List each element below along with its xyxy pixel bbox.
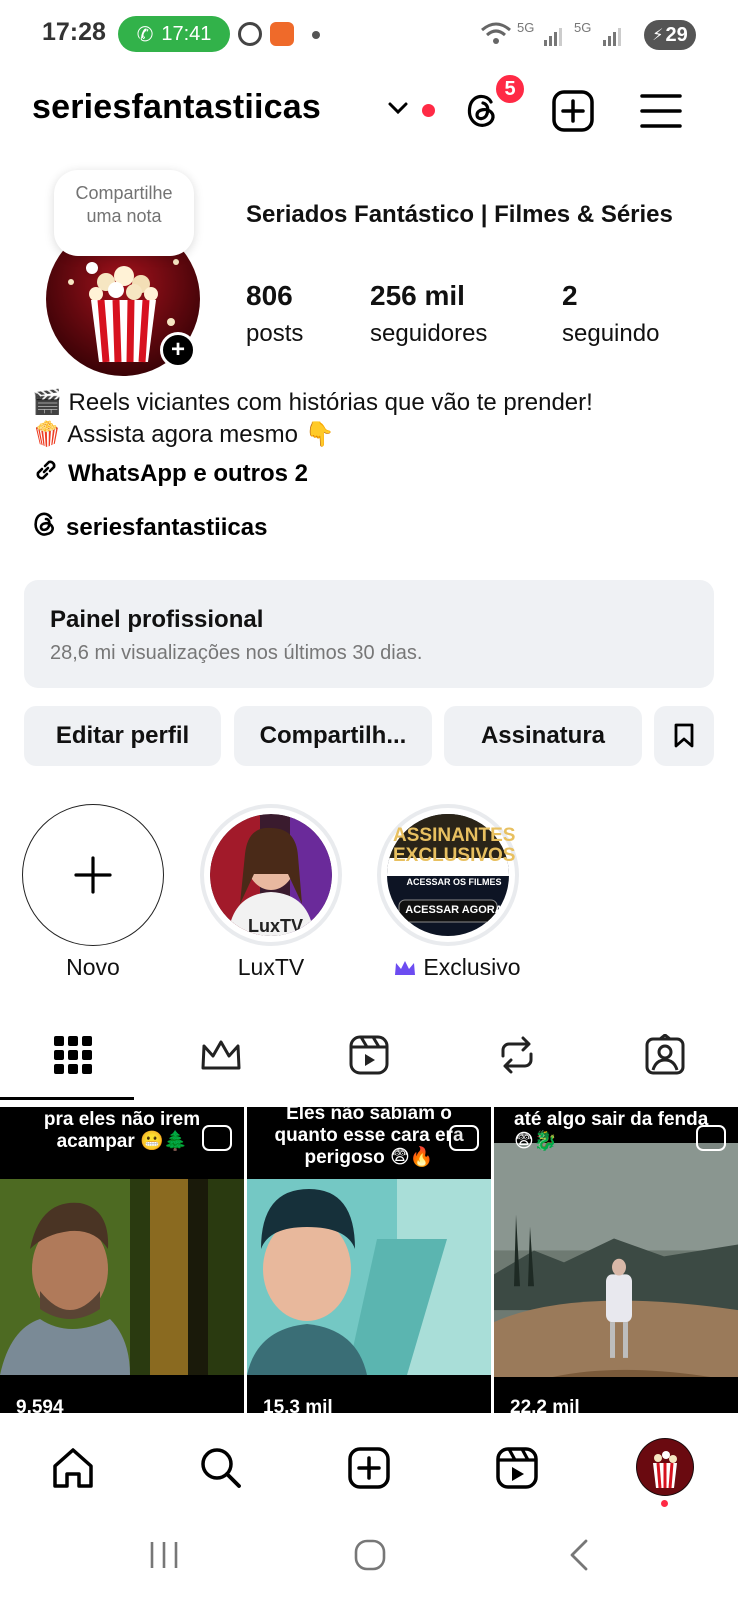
exclusive-cover-button: ACESSAR AGORA xyxy=(405,904,503,916)
plus-icon xyxy=(74,856,112,894)
chevron-down-icon[interactable] xyxy=(384,94,412,122)
profile-nav-avatar[interactable] xyxy=(636,1438,694,1496)
new-highlight-button[interactable] xyxy=(22,804,164,946)
reels-nav-icon[interactable] xyxy=(492,1443,542,1493)
post-1-views: 9.594 xyxy=(16,1397,64,1413)
network-type-1: 5G xyxy=(517,20,535,35)
repost-icon xyxy=(501,1036,533,1074)
post-1-image xyxy=(0,1179,244,1375)
tab-posts-grid[interactable] xyxy=(48,1030,98,1080)
post-thumbnail-3[interactable]: até algo sair da fenda 😨🐉 22,2 mil xyxy=(494,1107,738,1413)
threads-handle: seriesfantastiicas xyxy=(66,513,268,541)
tab-exclusive[interactable] xyxy=(196,1030,246,1080)
highlight-luxtv-cover: LuxTV xyxy=(210,814,332,936)
status-time: 17:28 xyxy=(42,18,106,46)
signal-icon-1 xyxy=(544,26,564,51)
threads-notification-badge: 5 xyxy=(493,72,527,106)
highlight-label-new: Novo xyxy=(66,954,120,980)
bio-links-text: WhatsApp e outros 2 xyxy=(68,459,309,487)
profile-display-name: Seriados Fantástico | Filmes & Séries xyxy=(246,201,673,228)
reels-icon xyxy=(349,1035,389,1075)
edit-profile-button[interactable]: Editar perfil xyxy=(24,706,221,766)
account-alert-dot xyxy=(422,104,435,117)
active-tab-indicator xyxy=(0,1097,134,1100)
threads-small-icon xyxy=(32,510,58,545)
post-2-image xyxy=(247,1179,491,1375)
following-count[interactable]: 2 xyxy=(562,280,578,312)
dashboard-title: Painel profissional xyxy=(50,606,264,633)
bio-links[interactable]: WhatsApp e outros 2 xyxy=(32,456,308,491)
followers-label[interactable]: seguidores xyxy=(370,320,487,348)
create-post-icon[interactable] xyxy=(550,88,596,134)
signal-icon-2 xyxy=(603,26,623,51)
more-notifications-dot xyxy=(312,31,320,39)
crown-icon xyxy=(395,960,416,975)
back-icon[interactable] xyxy=(548,1530,608,1580)
ongoing-call-pill[interactable]: ✆ 17:41 xyxy=(118,16,230,52)
reel-indicator-icon xyxy=(202,1125,232,1151)
subscription-button[interactable]: Assinatura xyxy=(444,706,642,766)
note-prompt-text: Compartilhe uma nota xyxy=(75,183,173,226)
highlight-luxtv[interactable]: LuxTV xyxy=(200,804,342,946)
bookmark-icon xyxy=(674,723,694,748)
highlight-exclusive[interactable]: ASSINANTES EXCLUSIVOS APERTE AQUI PARA A… xyxy=(377,804,519,946)
reel-indicator-icon xyxy=(449,1125,479,1151)
share-profile-button[interactable]: Compartilh... xyxy=(234,706,432,766)
wifi-icon xyxy=(480,20,512,48)
post-3-image xyxy=(494,1143,738,1377)
reel-indicator-icon xyxy=(696,1125,726,1151)
whatsapp-icon xyxy=(238,22,262,46)
following-label[interactable]: seguindo xyxy=(562,320,659,348)
charging-icon: ⚡ xyxy=(652,27,664,44)
post-3-views: 22,2 mil xyxy=(510,1397,580,1413)
tab-reposts[interactable] xyxy=(492,1030,542,1080)
posts-count[interactable]: 806 xyxy=(246,280,293,312)
dashboard-subtitle: 28,6 mi visualizações nos últimos 30 dia… xyxy=(50,642,423,664)
create-icon[interactable] xyxy=(344,1443,394,1493)
profile-notification-dot xyxy=(661,1500,668,1507)
home-icon[interactable] xyxy=(48,1443,98,1493)
network-type-2: 5G xyxy=(574,20,592,35)
app-notification-icon xyxy=(270,22,294,46)
link-icon xyxy=(32,456,60,491)
note-bubble[interactable]: Compartilhe uma nota xyxy=(54,170,194,256)
bio-line-2: 🍿 Assista agora mesmo 👇 xyxy=(32,421,335,448)
battery-indicator: ⚡ 29 xyxy=(644,20,696,50)
tagged-person-icon xyxy=(645,1034,685,1075)
recent-apps-icon[interactable] xyxy=(134,1530,194,1580)
menu-icon[interactable] xyxy=(638,88,684,134)
home-button-icon[interactable] xyxy=(340,1530,400,1580)
add-story-plus-icon[interactable]: + xyxy=(160,332,196,368)
professional-dashboard[interactable]: Painel profissional 28,6 mi visualizaçõe… xyxy=(24,580,714,688)
search-icon[interactable] xyxy=(196,1443,246,1493)
highlight-label-exclusive-row: Exclusivo xyxy=(382,954,532,981)
post-thumbnail-1[interactable]: pra eles não irem acampar 😬🌲 9.594 xyxy=(0,1107,244,1413)
exclusive-cover-title: ASSINANTES EXCLUSIVOS xyxy=(393,826,515,866)
tab-tagged[interactable] xyxy=(640,1030,690,1080)
svg-text:LuxTV: LuxTV xyxy=(248,916,303,936)
note-bubble-tail xyxy=(86,262,98,274)
highlight-label-luxtv: LuxTV xyxy=(237,954,305,980)
post-thumbnail-2[interactable]: Eles não sabiam o quanto esse cara era p… xyxy=(247,1107,491,1413)
followers-count[interactable]: 256 mil xyxy=(370,280,465,312)
grid-icon xyxy=(54,1036,92,1074)
phone-icon: ✆ xyxy=(136,23,154,46)
battery-level: 29 xyxy=(665,23,688,46)
highlight-label-exclusive: Exclusivo xyxy=(423,954,521,980)
saved-bookmark-button[interactable] xyxy=(654,706,714,766)
posts-label[interactable]: posts xyxy=(246,320,303,348)
bio-line-1: 🎬 Reels viciantes com histórias que vão … xyxy=(32,389,593,416)
account-username[interactable]: seriesfantastiicas xyxy=(32,88,321,127)
post-2-views: 15,3 mil xyxy=(263,1397,333,1413)
threads-profile-link[interactable]: seriesfantastiicas xyxy=(32,510,267,545)
crown-outline-icon xyxy=(201,1040,241,1070)
tab-reels[interactable] xyxy=(344,1030,394,1080)
call-duration: 17:41 xyxy=(161,22,212,45)
exclusive-cover-text: APERTE AQUI PARA ACESSAR OS FILMES xyxy=(406,866,502,887)
